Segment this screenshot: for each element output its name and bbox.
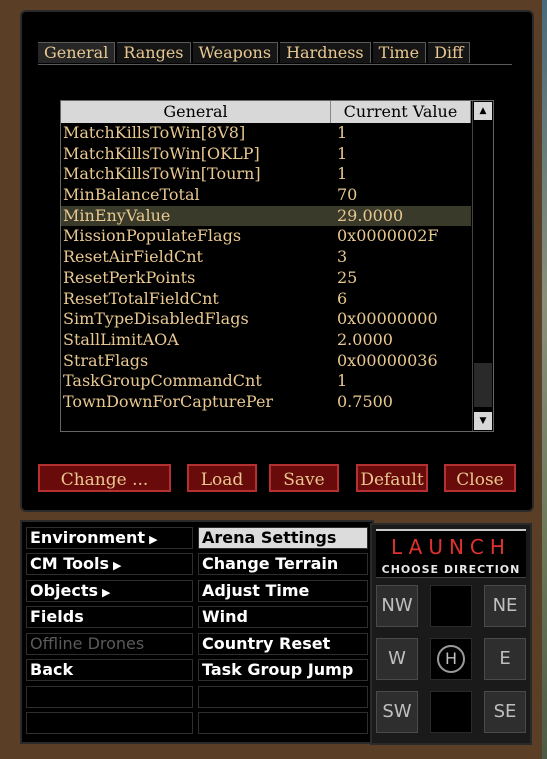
setting-name: TownDownForCapturePer <box>63 391 274 411</box>
direction-se-button[interactable]: SE <box>484 691 526 733</box>
setting-name: ResetAirFieldCnt <box>63 247 203 267</box>
launch-button[interactable]: LAUNCH CHOOSE DIRECTION <box>376 529 526 578</box>
menu-item-environment[interactable]: Environment ▶ <box>26 527 193 549</box>
direction-n-slot <box>430 585 472 627</box>
direction-center-button[interactable]: H <box>430 638 472 680</box>
setting-value: 3 <box>337 247 348 267</box>
table-row[interactable]: ResetPerkPoints 25 <box>61 268 471 289</box>
close-button[interactable]: Close <box>444 464 516 492</box>
menu-item-empty <box>26 712 193 734</box>
scroll-up-icon[interactable]: ▲ <box>474 102 492 120</box>
setting-name: MatchKillsToWin[Tourn] <box>63 164 261 184</box>
setting-value: 1 <box>337 371 348 391</box>
menu-item-objects[interactable]: Objects ▶ <box>26 580 193 602</box>
setting-value: 1 <box>337 143 348 163</box>
menu-item-wind[interactable]: Wind <box>198 606 368 628</box>
setting-value: 70 <box>337 185 358 205</box>
submenu-arrow-icon: ▶ <box>113 559 122 572</box>
menu-item-empty <box>198 712 368 734</box>
setting-value: 1 <box>337 123 348 142</box>
table-row[interactable]: MatchKillsToWin[Tourn] 1 <box>61 164 471 185</box>
direction-sw-button[interactable]: SW <box>376 691 418 733</box>
menu-item-back[interactable]: Back <box>26 659 193 681</box>
menu-item-adjust-time[interactable]: Adjust Time <box>198 580 368 602</box>
menu-item-arena-settings[interactable]: Arena Settings <box>198 527 368 549</box>
tab-ranges[interactable]: Ranges <box>117 42 191 63</box>
tab-hardness[interactable]: Hardness <box>280 42 371 63</box>
save-button[interactable]: Save <box>269 464 339 492</box>
load-button[interactable]: Load <box>187 464 257 492</box>
menu-item-change-terrain[interactable]: Change Terrain <box>198 553 368 575</box>
setting-name: MatchKillsToWin[8V8] <box>63 123 246 142</box>
column-header-general[interactable]: General <box>61 101 331 123</box>
helipad-icon: H <box>437 645 465 673</box>
setting-value: 29.0000 <box>337 205 404 225</box>
menu-item-empty <box>26 686 193 708</box>
setting-name: MinBalanceTotal <box>63 185 200 205</box>
table-row[interactable]: ResetTotalFieldCnt 6 <box>61 289 471 310</box>
setting-name: StratFlags <box>63 350 149 370</box>
table-body: MatchKillsToWin[8V8] 1 MatchKillsToWin[OK… <box>61 123 471 413</box>
menu-item-offline-drones: Offline Drones <box>26 633 193 655</box>
setting-value: 0x00000000 <box>337 309 438 329</box>
setting-name: StallLimitAOA <box>63 329 179 349</box>
setting-name: ResetTotalFieldCnt <box>63 288 219 308</box>
choose-direction-label: CHOOSE DIRECTION <box>381 563 521 576</box>
direction-nw-button[interactable]: NW <box>376 585 418 627</box>
setting-value: 6 <box>337 288 348 308</box>
menu-item-empty <box>198 686 368 708</box>
change-button[interactable]: Change ... <box>38 464 171 492</box>
submenu-arrow-icon: ▶ <box>149 533 158 546</box>
setting-name: SimTypeDisabledFlags <box>63 309 249 329</box>
setting-value: 0.7500 <box>337 391 393 411</box>
setting-name: MinEnyValue <box>63 205 171 225</box>
setting-value: 25 <box>337 267 358 287</box>
table-row[interactable]: TaskGroupCommandCnt 1 <box>61 371 471 392</box>
table-row[interactable]: MinBalanceTotal 70 <box>61 185 471 206</box>
setting-value: 0x00000036 <box>337 350 438 370</box>
table-row[interactable]: MissionPopulateFlags 0x0000002F <box>61 226 471 247</box>
tab-bar: General Ranges Weapons Hardness Time Dif… <box>38 42 472 64</box>
arena-settings-dialog: General Ranges Weapons Hardness Time Dif… <box>20 10 534 512</box>
launch-title: LAUNCH <box>391 535 511 559</box>
table-row[interactable]: SimTypeDisabledFlags 0x00000000 <box>61 309 471 330</box>
command-menu: Environment ▶ CM Tools ▶ Objects ▶ Fields O… <box>20 520 374 744</box>
menu-item-cm-tools[interactable]: CM Tools ▶ <box>26 553 193 575</box>
setting-value: 1 <box>337 164 348 184</box>
scroll-down-icon[interactable]: ▼ <box>474 412 492 430</box>
setting-name: MatchKillsToWin[OKLP] <box>63 143 260 163</box>
menu-item-task-group-jump[interactable]: Task Group Jump <box>198 659 368 681</box>
vertical-scrollbar[interactable]: ▲ ▼ <box>472 101 493 431</box>
setting-value: 2.0000 <box>337 329 393 349</box>
table-row[interactable]: MatchKillsToWin[8V8] 1 <box>61 123 471 144</box>
table-row[interactable]: MatchKillsToWin[OKLP] 1 <box>61 144 471 165</box>
submenu-arrow-icon: ▶ <box>102 586 111 599</box>
setting-value: 0x0000002F <box>337 226 439 246</box>
setting-name: TaskGroupCommandCnt <box>63 371 262 391</box>
column-header-current-value[interactable]: Current Value <box>331 101 471 123</box>
default-button[interactable]: Default <box>356 464 428 492</box>
table-header: General Current Value <box>61 101 471 123</box>
direction-e-button[interactable]: E <box>484 638 526 680</box>
tab-divider <box>38 64 512 65</box>
table-row-selected[interactable]: MinEnyValue 29.0000 <box>61 205 471 227</box>
direction-s-slot <box>430 691 472 733</box>
direction-ne-button[interactable]: NE <box>484 585 526 627</box>
scroll-thumb[interactable] <box>474 363 492 407</box>
tab-general[interactable]: General <box>38 42 116 63</box>
direction-w-button[interactable]: W <box>376 638 418 680</box>
menu-item-fields[interactable]: Fields <box>26 606 193 628</box>
setting-name: MissionPopulateFlags <box>63 226 242 246</box>
menu-item-country-reset[interactable]: Country Reset <box>198 633 368 655</box>
table-row[interactable]: StratFlags 0x00000036 <box>61 351 471 372</box>
tab-diff[interactable]: Diff <box>428 42 471 63</box>
launch-panel: LAUNCH CHOOSE DIRECTION NW NE W H E SW S… <box>370 523 532 745</box>
table-row[interactable]: ResetAirFieldCnt 3 <box>61 247 471 268</box>
table-row[interactable]: TownDownForCapturePer 0.7500 <box>61 392 471 413</box>
table-row[interactable]: StallLimitAOA 2.0000 <box>61 330 471 351</box>
tab-weapons[interactable]: Weapons <box>192 42 279 63</box>
settings-table: General Current Value MatchKillsToWin[8V… <box>60 100 494 432</box>
setting-name: ResetPerkPoints <box>63 267 196 287</box>
tab-time[interactable]: Time <box>372 42 427 63</box>
